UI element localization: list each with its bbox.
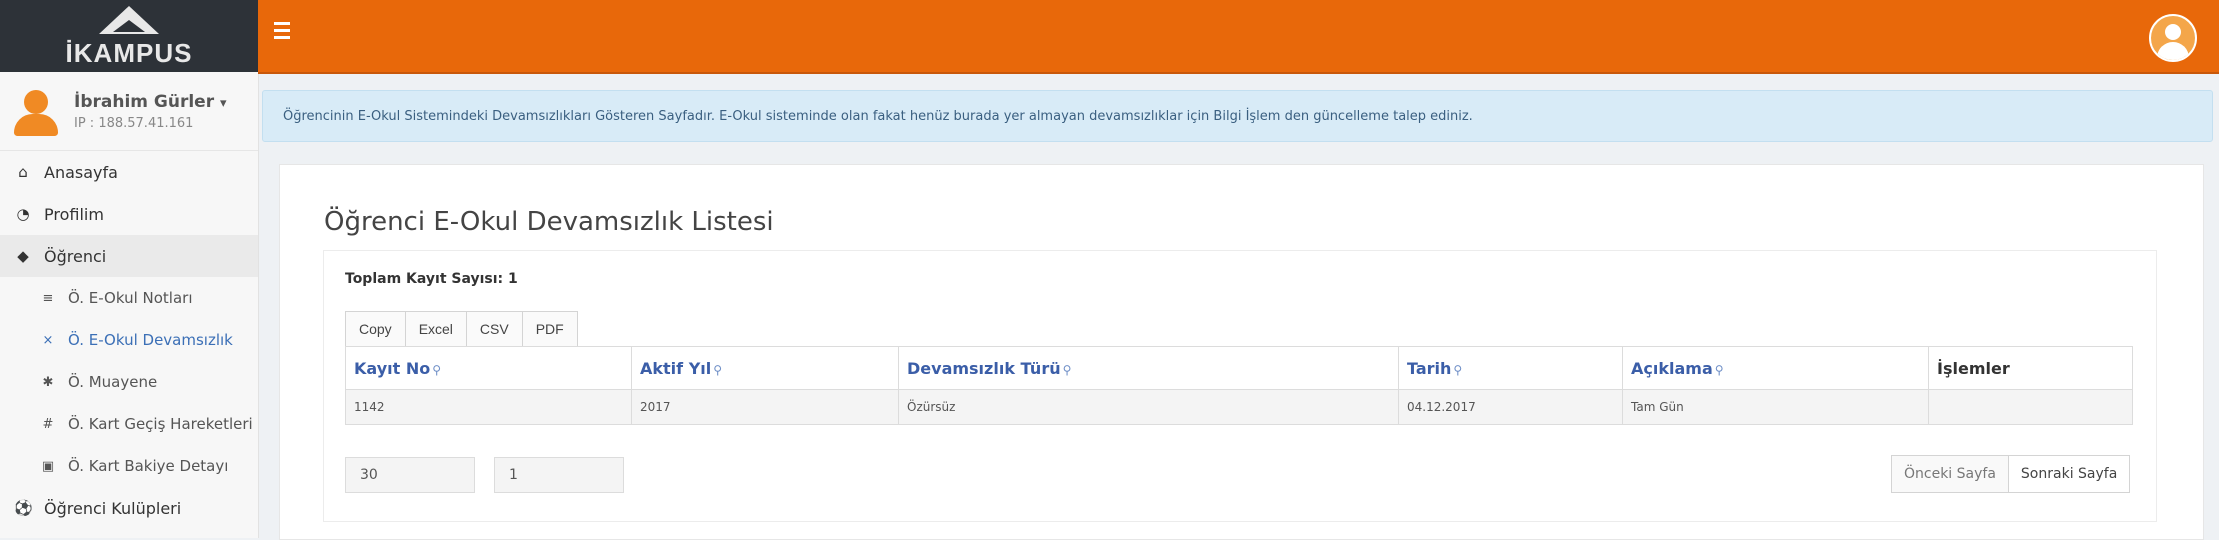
logo-mark-icon [99, 5, 159, 34]
page-number-field[interactable]: 1 [494, 457, 624, 493]
user-name: İbrahim Gürler [74, 91, 215, 112]
search-icon[interactable]: ⚲ [713, 363, 722, 377]
chevron-down-icon: ▾ [220, 95, 227, 111]
search-icon[interactable]: ⚲ [1453, 363, 1462, 377]
sidebar-subitem-label: Ö. Muayene [68, 373, 158, 391]
column-header-devamsizlik-turu[interactable]: Devamsızlık Türü ⚲ [898, 346, 1399, 390]
sidebar: İKAMPUS İbrahim Gürler ▾ IP : 188.57.41.… [0, 0, 259, 538]
column-header-aciklama[interactable]: Açıklama ⚲ [1622, 346, 1929, 390]
total-records-label: Toplam Kayıt Sayısı: [345, 271, 504, 287]
csv-button[interactable]: CSV [465, 311, 523, 347]
sidebar-subitem-eokul-notlari[interactable]: ≡ Ö. E-Okul Notları [0, 277, 258, 319]
top-navbar [258, 0, 2219, 74]
cell-kayit-no: 1142 [345, 389, 632, 425]
search-icon[interactable]: ⚲ [1063, 363, 1072, 377]
medical-icon: ✱ [42, 374, 54, 390]
pagination: Önceki Sayfa Sonraki Sayfa [1891, 455, 2131, 493]
column-header-kayit-no[interactable]: Kayıt No ⚲ [345, 346, 632, 390]
previous-page-button[interactable]: Önceki Sayfa [1891, 455, 2009, 493]
sidebar-subitem-kart-gecis[interactable]: # Ö. Kart Geçiş Hareketleri [0, 403, 258, 445]
total-records-value: 1 [508, 271, 518, 287]
user-circle-icon: ◔ [16, 205, 30, 223]
info-alert-text: Öğrencinin E-Okul Sistemindeki Devamsızl… [283, 108, 1473, 124]
card-icon: ▣ [41, 458, 55, 474]
page-title: Öğrenci E-Okul Devamsızlık Listesi [324, 207, 774, 237]
absence-table: Kayıt No ⚲ Aktif Yıl ⚲ Devamsızlık Türü ⚲ T… [345, 346, 2133, 425]
sidebar-item-kulupler[interactable]: ⚽ Öğrenci Kulüpleri [0, 487, 258, 529]
search-icon[interactable]: ⚲ [432, 363, 441, 377]
table-row[interactable]: 1142 2017 Özürsüz 04.12.2017 Tam Gün [345, 389, 2133, 425]
close-icon: × [42, 332, 54, 348]
logo-text: İKAMPUS [65, 37, 193, 68]
cell-devamsizlik-turu: Özürsüz [898, 389, 1399, 425]
sidebar-subitem-eokul-devamsizlik[interactable]: × Ö. E-Okul Devamsızlık [0, 319, 258, 361]
excel-button[interactable]: Excel [404, 311, 467, 347]
search-icon[interactable]: ⚲ [1715, 363, 1724, 377]
info-alert: Öğrencinin E-Okul Sistemindeki Devamsızl… [262, 90, 2213, 142]
sidebar-subitem-muayene[interactable]: ✱ Ö. Muayene [0, 361, 258, 403]
column-header-aktif-yil[interactable]: Aktif Yıl ⚲ [631, 346, 899, 390]
user-name-row[interactable]: İbrahim Gürler ▾ [74, 92, 227, 112]
avatar-icon [12, 88, 58, 136]
cell-aciklama: Tam Gün [1622, 389, 1929, 425]
sidebar-subitem-kart-bakiye[interactable]: ▣ Ö. Kart Bakiye Detayı [0, 445, 258, 487]
sidebar-item-profilim[interactable]: ◔ Profilim [0, 193, 258, 235]
copy-button[interactable]: Copy [345, 311, 406, 347]
user-menu-avatar-icon[interactable] [2149, 14, 2197, 62]
sidebar-item-label: Öğrenci [44, 246, 107, 266]
cell-tarih: 04.12.2017 [1398, 389, 1623, 425]
list-icon: ≡ [42, 290, 54, 306]
menu-toggle-icon[interactable] [274, 22, 290, 43]
next-page-button[interactable]: Sonraki Sayfa [2007, 455, 2131, 493]
sidebar-subitem-label: Ö. E-Okul Devamsızlık [68, 331, 233, 349]
table-header-row: Kayıt No ⚲ Aktif Yıl ⚲ Devamsızlık Türü ⚲ T… [345, 346, 2133, 390]
export-buttons: Copy Excel CSV PDF [345, 311, 578, 347]
page-size-field[interactable]: 30 [345, 457, 475, 493]
sidebar-item-label: Profilim [44, 204, 104, 224]
column-header-islemler: İşlemler [1928, 346, 2133, 390]
soccer-ball-icon: ⚽ [14, 499, 33, 517]
sidebar-item-label: Öğrenci Kulüpleri [44, 498, 182, 518]
pdf-button[interactable]: PDF [521, 311, 578, 347]
sidebar-subitem-label: Ö. Kart Geçiş Hareketleri [68, 415, 253, 433]
sidebar-item-label: Anasayfa [44, 162, 118, 182]
hashtag-icon: # [42, 416, 54, 432]
cell-aktif-yil: 2017 [631, 389, 899, 425]
sidebar-subitem-label: Ö. E-Okul Notları [68, 289, 193, 307]
home-icon: ⌂ [18, 163, 28, 181]
sidebar-subitem-label: Ö. Kart Bakiye Detayı [68, 457, 229, 475]
sidebar-item-ogrenci[interactable]: ◆ Öğrenci [0, 235, 258, 277]
logo[interactable]: İKAMPUS [0, 0, 258, 72]
total-records: Toplam Kayıt Sayısı: 1 [345, 271, 518, 287]
graduation-cap-icon: ◆ [17, 247, 29, 265]
cell-islemler [1928, 389, 2133, 425]
user-panel[interactable]: İbrahim Gürler ▾ IP : 188.57.41.161 [0, 72, 258, 151]
column-header-tarih[interactable]: Tarih ⚲ [1398, 346, 1623, 390]
sidebar-item-anasayfa[interactable]: ⌂ Anasayfa [0, 151, 258, 193]
user-ip: IP : 188.57.41.161 [74, 115, 194, 131]
